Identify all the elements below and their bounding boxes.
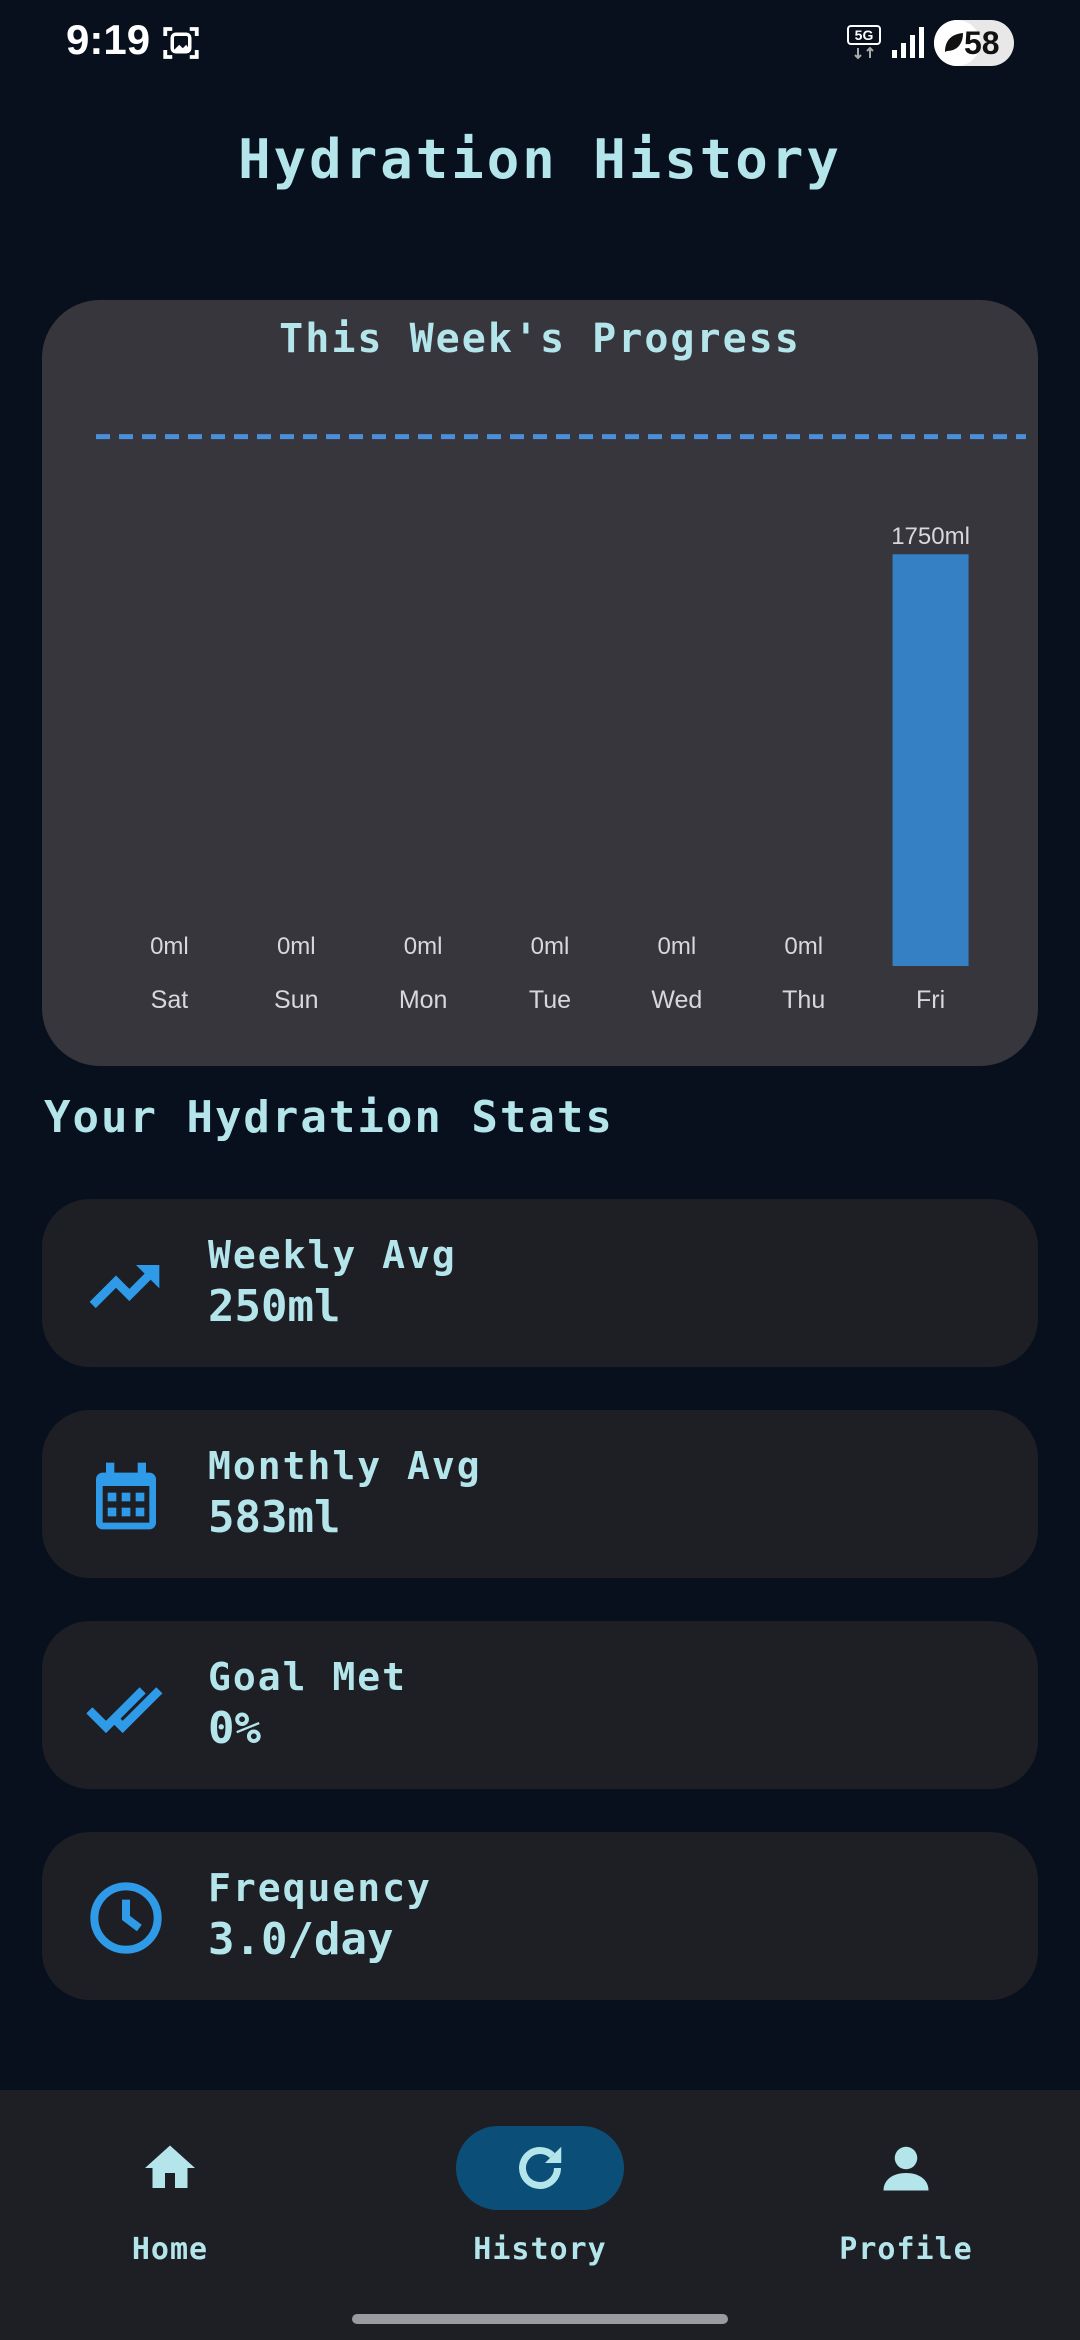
home-icon (145, 2145, 195, 2188)
page-title: Hydration History (238, 128, 842, 191)
battery-percent: 58 (964, 25, 1000, 61)
stat-label: Weekly Avg (208, 1233, 457, 1277)
stat-card-frequency: Frequency 3.0/day (42, 1832, 1038, 2000)
double-check-icon (86, 1687, 163, 1734)
x-tick-label: Wed (651, 986, 702, 1014)
screenshot-icon (163, 27, 199, 59)
network-label: 5G (855, 27, 874, 43)
stat-card-monthly-avg: Monthly Avg 583ml (42, 1410, 1038, 1578)
bar-value-label: 0ml (658, 933, 697, 960)
stat-value: 3.0/day (208, 1914, 394, 1965)
bar-value-label: 0ml (277, 933, 316, 960)
bottom-navigation: Home History Profile (0, 2090, 1080, 2340)
profile-icon (883, 2146, 929, 2191)
history-icon (519, 2146, 562, 2189)
signal-icon (892, 27, 924, 58)
nav-history[interactable]: History (420, 2090, 660, 2290)
stat-card-goal-met: Goal Met 0% (42, 1621, 1038, 1789)
bar-fri (892, 554, 969, 966)
clock-icon (90, 1882, 162, 1954)
stats-section-title: Your Hydration Stats (44, 1092, 614, 1143)
status-bar: 9:19 5G 58 (0, 0, 1080, 90)
bar-value-label: 1750ml (891, 523, 970, 550)
nav-label: Profile (839, 2232, 973, 2267)
bar-value-label: 0ml (404, 933, 443, 960)
stat-value: 583ml (208, 1492, 341, 1543)
weekly-progress-card: This Week's Progress 0ml Sat 0ml Sun 0ml Mon 0… (42, 300, 1038, 1066)
status-time: 9:19 (66, 16, 151, 63)
x-tick-label: Fri (916, 986, 945, 1014)
stat-card-weekly-avg: Weekly Avg 250ml (42, 1199, 1038, 1367)
bar-value-label: 0ml (784, 933, 823, 960)
stat-label: Monthly Avg (208, 1444, 482, 1488)
nav-label: History (473, 2232, 607, 2267)
gesture-home-indicator[interactable] (352, 2314, 728, 2324)
x-tick-label: Mon (399, 986, 448, 1014)
trending-up-icon (89, 1265, 160, 1309)
nav-label: Home (131, 2232, 209, 2267)
stat-label: Frequency (208, 1866, 432, 1910)
stat-label: Goal Met (208, 1655, 408, 1699)
nav-home[interactable]: Home (50, 2090, 290, 2290)
x-tick-label: Sun (274, 986, 318, 1014)
stat-value: 250ml (208, 1281, 341, 1332)
battery-saver-leaf-icon (945, 33, 963, 52)
nav-profile[interactable]: Profile (786, 2090, 1026, 2290)
battery-indicator: 58 (934, 20, 1014, 66)
stat-value: 0% (208, 1703, 261, 1754)
bar-value-label: 0ml (150, 933, 189, 960)
x-tick-label: Sat (151, 986, 189, 1014)
x-tick-label: Thu (782, 986, 825, 1014)
calendar-icon (96, 1462, 156, 1530)
x-tick-label: Tue (529, 986, 571, 1014)
bar-value-label: 0ml (531, 933, 570, 960)
weekly-bar-chart: 0ml Sat 0ml Sun 0ml Mon 0ml Tue 0ml Wed 0ml Thu 1750… (96, 434, 1026, 1014)
network-5g-icon: 5G (847, 25, 881, 60)
